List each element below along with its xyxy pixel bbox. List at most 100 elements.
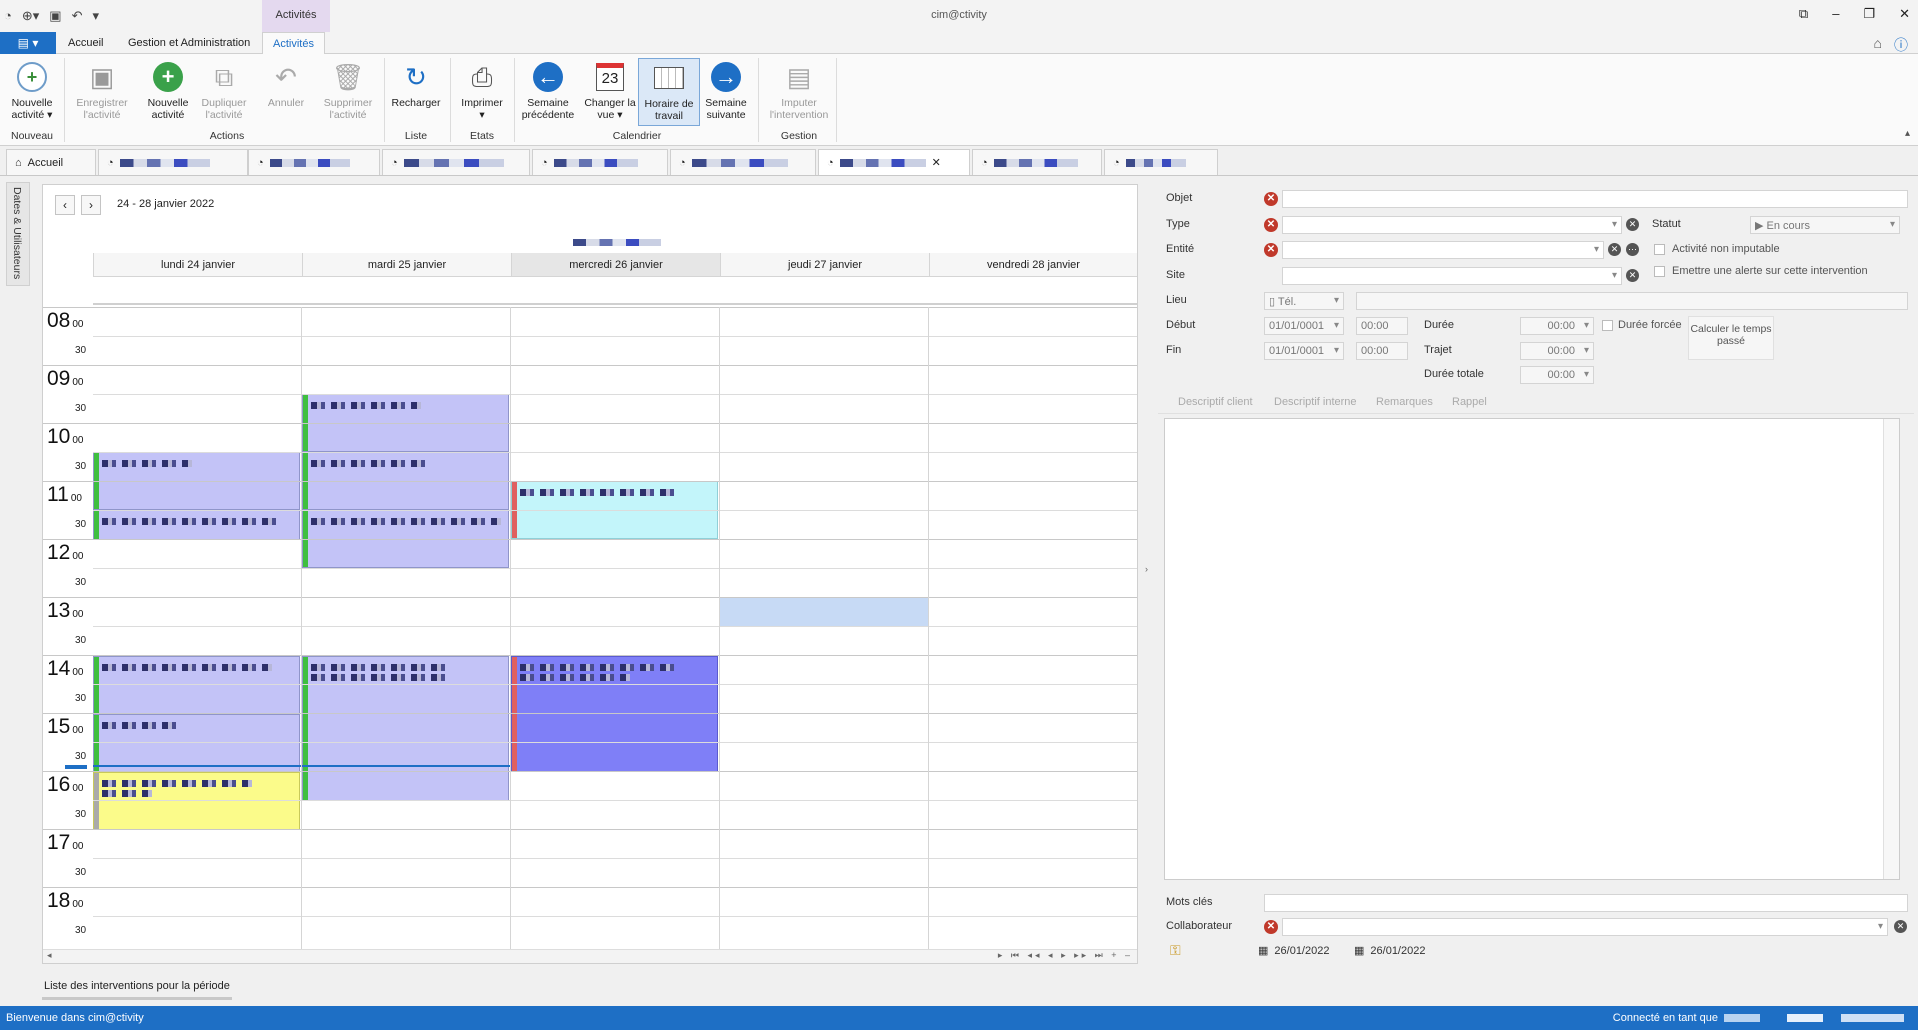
lieu-select[interactable]: ▯ Tél. bbox=[1264, 292, 1344, 310]
doc-tab-activity-active[interactable]: ◔ ✕ bbox=[818, 149, 970, 175]
chevron-right-icon[interactable]: › bbox=[1145, 564, 1148, 574]
doc-tab-activity[interactable]: ◔ bbox=[98, 149, 248, 175]
debut-time-input[interactable]: 00:00 bbox=[1356, 317, 1408, 335]
calendar-horizontal-scrollbar[interactable]: ◂ ▸ ⏮ ◂◂ ◂ ▸ ▸▸ ⏭ + – bbox=[43, 949, 1137, 963]
layout-icon[interactable]: ⧉ bbox=[1799, 6, 1808, 22]
activity-icon: ◔ bbox=[107, 156, 114, 169]
duree-input[interactable]: 00:00 bbox=[1520, 317, 1594, 335]
emettre-alerte-checkbox[interactable] bbox=[1654, 266, 1665, 277]
tab-rappel[interactable]: Rappel bbox=[1452, 396, 1487, 408]
collapse-ribbon-icon[interactable]: ▴ bbox=[1905, 128, 1910, 139]
doc-tab-activity[interactable]: ◔ bbox=[382, 149, 530, 175]
clear-icon[interactable]: ✕ bbox=[1626, 218, 1639, 231]
prev-week-button[interactable]: ‹ bbox=[55, 195, 75, 215]
day-header[interactable]: jeudi 27 janvier bbox=[720, 253, 929, 277]
doc-tab-activity[interactable]: ◔ bbox=[972, 149, 1102, 175]
activity-icon: ◔ bbox=[981, 156, 988, 169]
selected-time-slot[interactable] bbox=[720, 597, 929, 626]
side-tab-dates-utilisateurs[interactable]: Dates & Utilisateurs bbox=[6, 182, 30, 286]
horaire-travail-button[interactable]: Horaire de travail bbox=[638, 58, 700, 126]
hour-label: 16 00 bbox=[47, 773, 84, 796]
supprimer-button[interactable]: 🗑 Supprimer l'activité bbox=[318, 58, 378, 121]
tab-remarques[interactable]: Remarques bbox=[1376, 396, 1433, 408]
more-icon[interactable]: ⋯ bbox=[1626, 243, 1639, 256]
debut-date-input[interactable]: 01/01/0001 bbox=[1264, 317, 1344, 335]
restore-button[interactable]: ❐ bbox=[1863, 6, 1875, 22]
tab-descriptif-interne[interactable]: Descriptif interne bbox=[1274, 396, 1357, 408]
separator bbox=[514, 58, 515, 142]
objet-input[interactable] bbox=[1282, 190, 1908, 208]
appointment[interactable] bbox=[93, 714, 300, 772]
half-hour-gridline bbox=[93, 916, 1137, 917]
lieu-input[interactable] bbox=[1356, 292, 1908, 310]
work-schedule-icon bbox=[652, 61, 686, 95]
duree-totale-input[interactable]: 00:00 bbox=[1520, 366, 1594, 384]
doc-tab-activity[interactable]: ◔ bbox=[532, 149, 668, 175]
entite-select[interactable] bbox=[1282, 241, 1604, 259]
clear-icon[interactable]: ✕ bbox=[1626, 269, 1639, 282]
appointment[interactable] bbox=[93, 510, 300, 540]
hour-label: 10 00 bbox=[47, 425, 84, 448]
nouvelle-activite-menu-button[interactable]: + Nouvelle activité ▾ bbox=[2, 58, 62, 121]
dupliquer-button[interactable]: ⧉ Dupliquer l'activité bbox=[194, 58, 254, 121]
next-week-button[interactable]: › bbox=[81, 195, 101, 215]
half-hour-gridline bbox=[93, 568, 1137, 569]
close-button[interactable]: ✕ bbox=[1899, 6, 1910, 22]
site-select[interactable] bbox=[1282, 267, 1622, 285]
appointment[interactable] bbox=[511, 656, 718, 772]
appointment[interactable] bbox=[93, 772, 300, 830]
tab-activites[interactable]: Activités bbox=[262, 32, 325, 54]
changer-vue-button[interactable]: 23 Changer la vue ▾ bbox=[580, 58, 640, 121]
trajet-input[interactable]: 00:00 bbox=[1520, 342, 1594, 360]
fin-time-input[interactable]: 00:00 bbox=[1356, 342, 1408, 360]
tab-accueil[interactable]: Accueil bbox=[58, 32, 113, 54]
appointment[interactable] bbox=[302, 656, 509, 801]
doc-tab-activity[interactable]: ◔ bbox=[670, 149, 816, 175]
all-day-row[interactable] bbox=[93, 277, 1137, 305]
appointment[interactable] bbox=[93, 656, 300, 714]
enregistrer-button[interactable]: ▣ Enregistrer l'activité bbox=[72, 58, 132, 121]
doc-tab-activity[interactable]: ◔ bbox=[1104, 149, 1218, 175]
description-scrollbar[interactable] bbox=[1883, 419, 1899, 879]
file-menu-button[interactable]: ▤ ▾ bbox=[0, 32, 56, 54]
fin-date-input[interactable]: 01/01/0001 bbox=[1264, 342, 1344, 360]
doc-tab-accueil[interactable]: ⌂ Accueil bbox=[6, 149, 96, 175]
group-gestion: Gestion bbox=[780, 130, 818, 142]
scroll-left-icon[interactable]: ◂ bbox=[47, 950, 52, 961]
info-icon[interactable]: ⓘ bbox=[1894, 35, 1908, 55]
day-header[interactable]: mardi 25 janvier bbox=[302, 253, 511, 277]
description-textarea[interactable] bbox=[1164, 418, 1900, 880]
recharger-button[interactable]: ↻ Recharger bbox=[386, 58, 446, 109]
activity-icon: ◔ bbox=[257, 156, 264, 169]
day-header[interactable]: lundi 24 janvier bbox=[93, 253, 302, 277]
activite-non-imputable-checkbox[interactable] bbox=[1654, 244, 1665, 255]
half-hour-label: 30 bbox=[75, 693, 87, 704]
mots-cles-input[interactable] bbox=[1264, 894, 1908, 912]
clear-icon[interactable]: ✕ bbox=[1894, 920, 1907, 933]
minimize-button[interactable]: – bbox=[1832, 6, 1839, 22]
imputer-button[interactable]: ▤ Imputer l'intervention bbox=[766, 58, 832, 121]
time-gridline bbox=[43, 713, 93, 714]
tab-gestion-administration[interactable]: Gestion et Administration bbox=[118, 32, 260, 54]
semaine-precedente-button[interactable]: ← Semaine précédente bbox=[518, 58, 578, 121]
annuler-button[interactable]: ↶ Annuler bbox=[256, 58, 316, 109]
doc-tab-activity[interactable]: ◔ bbox=[248, 149, 380, 175]
clear-icon[interactable]: ✕ bbox=[1608, 243, 1621, 256]
day-header-today[interactable]: mercredi 26 janvier bbox=[511, 253, 720, 277]
tab-descriptif-client[interactable]: Descriptif client bbox=[1178, 396, 1253, 408]
type-select[interactable] bbox=[1282, 216, 1622, 234]
day-header[interactable]: vendredi 28 janvier bbox=[929, 253, 1137, 277]
semaine-suivante-button[interactable]: → Semaine suivante bbox=[696, 58, 756, 121]
statut-select[interactable]: ▶ En cours bbox=[1750, 216, 1900, 234]
pager-controls[interactable]: ▸ ⏮ ◂◂ ◂ ▸ ▸▸ ⏭ + – bbox=[998, 950, 1133, 961]
calendar-grid[interactable] bbox=[93, 307, 1137, 951]
collaborateur-select[interactable] bbox=[1282, 918, 1888, 936]
home-icon[interactable]: ⌂ bbox=[1874, 35, 1882, 55]
close-tab-icon[interactable]: ✕ bbox=[932, 156, 941, 169]
panel-splitter[interactable]: › bbox=[1140, 184, 1156, 964]
imprimer-button[interactable]: ⎙ Imprimer ▾ bbox=[452, 58, 512, 121]
interventions-list-label[interactable]: Liste des interventions pour la période bbox=[44, 980, 230, 992]
calculer-temps-button[interactable]: Calculer le temps passé bbox=[1688, 316, 1774, 360]
nouvelle-activite-button[interactable]: + Nouvelle activité bbox=[138, 58, 198, 121]
duree-forcee-checkbox[interactable] bbox=[1602, 320, 1613, 331]
